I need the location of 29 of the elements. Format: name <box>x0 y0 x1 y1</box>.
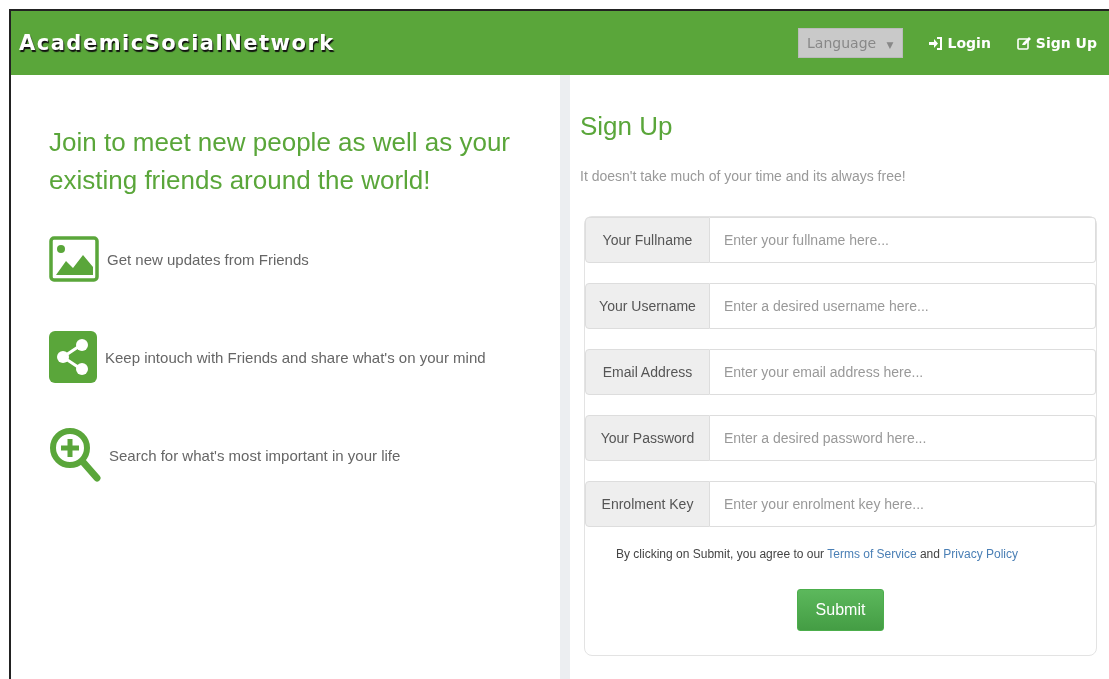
site-logo[interactable]: AcademicSocialNetwork <box>19 31 335 55</box>
input-field[interactable]: Enter a desired username here... <box>710 283 1096 329</box>
field-label: Your Password <box>585 415 710 461</box>
sign-up-link[interactable]: Sign Up <box>1016 35 1097 51</box>
zoom-in-icon <box>49 427 101 483</box>
submit-button[interactable]: Submit <box>796 589 885 631</box>
field-label: Email Address <box>585 349 710 395</box>
field-label: Your Username <box>585 283 710 329</box>
field-label: Enrolment Key <box>585 481 710 527</box>
input-field[interactable]: Enter your fullname here... <box>710 217 1096 263</box>
edit-icon <box>1016 36 1031 50</box>
image-icon <box>49 236 99 282</box>
form-title: Sign Up <box>580 111 674 142</box>
feature-text: Search for what's most important in your life <box>109 446 401 464</box>
terms-link[interactable]: Terms of Service <box>827 547 917 561</box>
form-subtitle: It doesn't take much of your time and its always free! <box>580 168 907 184</box>
feature-text: Get new updates from Friends <box>107 250 309 268</box>
input-field[interactable]: Enter your enrolment key here... <box>710 481 1096 527</box>
privacy-link[interactable]: Privacy Policy <box>943 547 1018 561</box>
feature-text: Keep intouch with Friends and share what's on your mind <box>105 348 486 366</box>
login-link[interactable]: Login <box>928 35 991 51</box>
headline: Join to meet new people as well as your existing friends around the world! <box>49 126 512 197</box>
input-field[interactable]: Enter a desired password here... <box>710 415 1096 461</box>
agreement-text: By clicking on Submit, you agree to our Terms of Service and Privacy Policy <box>616 547 1019 561</box>
language-dropdown[interactable]: Language ▼ <box>798 28 903 58</box>
field-label: Your Fullname <box>585 217 710 263</box>
share-icon <box>49 331 97 383</box>
input-field[interactable]: Enter your email address here... <box>710 349 1096 395</box>
sign-in-icon <box>928 36 943 50</box>
